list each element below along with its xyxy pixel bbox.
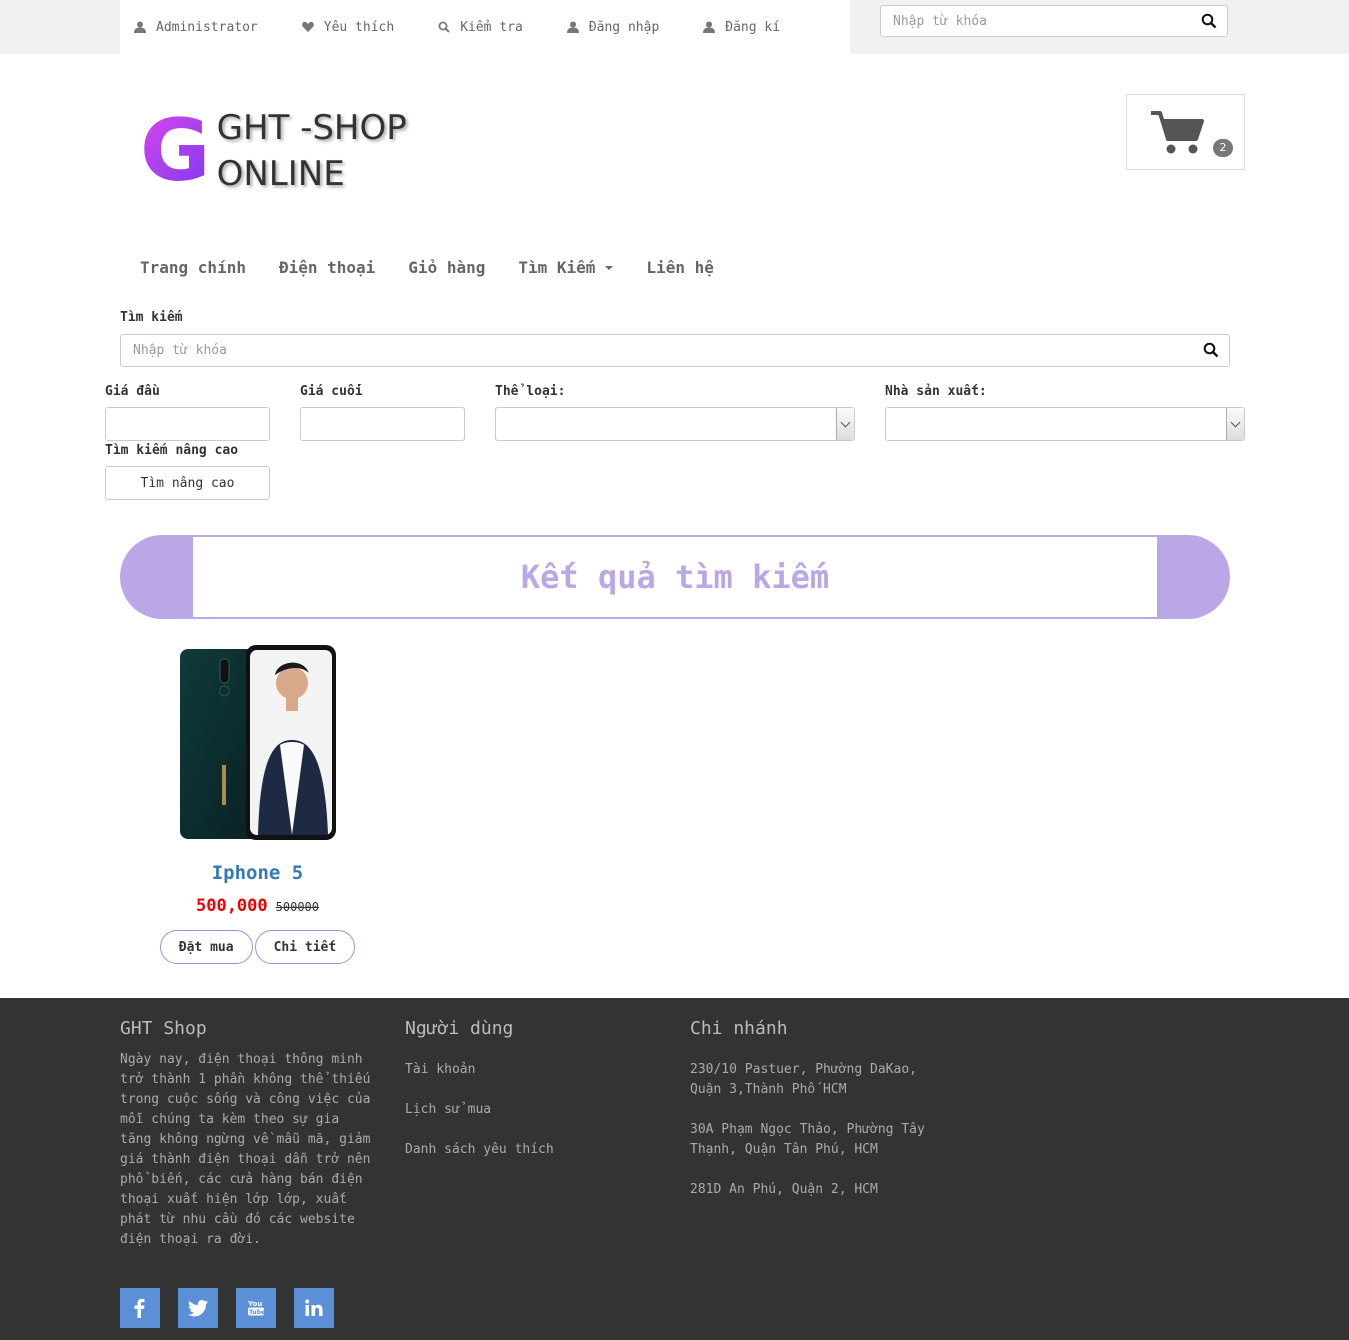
youtube-icon: YouTube [247, 1300, 265, 1316]
admin-link[interactable]: Administrator [134, 20, 258, 35]
svg-text:Tube: Tube [249, 1309, 265, 1316]
user-icon [703, 21, 716, 33]
admin-link-label: Administrator [156, 19, 258, 35]
footer-branches-title: Chi nhánh [690, 1018, 788, 1039]
check-link-label: Kiểm tra [460, 19, 523, 35]
results-title: Kết quả tìm kiếm [193, 537, 1157, 617]
cart-count-badge: 2 [1213, 139, 1233, 157]
product-old-price: 500000 [275, 900, 319, 914]
nav-search-label: Tìm Kiếm [518, 258, 596, 277]
product-card: Iphone 5 500,000 500000 Đặt mua Chi tiết [150, 645, 365, 964]
caret-down-icon [605, 265, 614, 270]
nav-home[interactable]: Trang chính [140, 258, 246, 277]
heart-icon [301, 21, 314, 32]
search-label: Tìm kiếm [120, 310, 183, 325]
register-link[interactable]: Đăng kí [703, 20, 780, 35]
product-price: 500,000 [195, 896, 268, 916]
twitter-icon [188, 1300, 208, 1317]
login-link[interactable]: Đăng nhập [566, 19, 660, 35]
logo-text: GHT -SHOP ONLINE [217, 105, 407, 197]
product-image[interactable] [179, 645, 336, 840]
site-logo[interactable]: G GHT -SHOP ONLINE [140, 105, 407, 197]
logo-letter: G [140, 101, 211, 201]
footer-branch-address: 230/10 Pastuer, Phường DaKao, Quận 3,Thà… [690, 1062, 917, 1097]
nav-cart[interactable]: Giỏ hàng [408, 258, 485, 277]
footer-about-text: Ngày nay, điện thoại thông minh trở thàn… [120, 1052, 371, 1247]
results-banner: Kết quả tìm kiếm [120, 535, 1230, 619]
login-link-label: Đăng nhập [588, 19, 660, 35]
search-icon[interactable] [1201, 13, 1217, 29]
chevron-down-icon [1226, 408, 1244, 440]
favorites-link[interactable]: Yêu thích [301, 19, 395, 35]
user-icon [566, 21, 579, 33]
footer-user-title: Người dùng [405, 1018, 514, 1039]
manufacturer-label: Nhà sản xuất: [885, 384, 987, 399]
favorites-link-label: Yêu thích [323, 19, 395, 35]
chevron-down-icon [836, 408, 854, 440]
category-label: Thể loại: [495, 384, 566, 399]
linkedin-icon [305, 1299, 323, 1316]
manufacturer-select[interactable] [885, 407, 1245, 441]
check-link[interactable]: Kiểm tra [438, 20, 523, 35]
footer-account-link[interactable]: Tài khoản [405, 1062, 475, 1077]
twitter-button[interactable] [178, 1288, 218, 1328]
facebook-icon [134, 1298, 145, 1318]
footer-history-link[interactable]: Lịch sử mua [405, 1102, 491, 1117]
user-icon [134, 21, 146, 33]
top-links: Administrator Yêu thích Kiểm tra Đăng nh… [120, 0, 850, 54]
nav-search-dropdown[interactable]: Tìm Kiếm [518, 258, 614, 277]
main-search-box [120, 334, 1230, 367]
top-search-box [880, 5, 1228, 37]
nav-phones[interactable]: Điện thoại [279, 258, 375, 277]
detail-button[interactable]: Chi tiết [254, 930, 356, 964]
advanced-search-button[interactable]: Tìm nâng cao [105, 466, 270, 500]
main-nav: Trang chính Điện thoại Giỏ hàng Tìm Kiếm… [140, 258, 747, 277]
site-footer: GHT Shop Ngày nay, điện thoại thông minh… [0, 998, 1349, 1340]
product-actions: Đặt mua Chi tiết [150, 930, 365, 964]
category-select[interactable] [495, 407, 855, 441]
search-icon[interactable] [1203, 342, 1219, 358]
price-to-input[interactable] [300, 407, 465, 441]
price-from-label: Giá đầu [105, 384, 160, 399]
product-price-row: 500,000 500000 [150, 896, 365, 916]
product-name-link[interactable]: Iphone 5 [150, 862, 365, 884]
footer-about-title: GHT Shop [120, 1018, 207, 1039]
search-icon [438, 21, 450, 33]
advanced-search-label: Tìm kiếm nâng cao [105, 443, 239, 458]
footer-wishlist-link[interactable]: Danh sách yêu thích [405, 1142, 554, 1157]
footer-branch-address: 281D An Phú, Quận 2, HCM [690, 1182, 878, 1197]
youtube-button[interactable]: You Tube [236, 1288, 276, 1328]
facebook-button[interactable] [120, 1288, 160, 1328]
register-link-label: Đăng kí [725, 19, 781, 35]
linkedin-button[interactable] [294, 1288, 334, 1328]
top-search-input[interactable] [881, 6, 1205, 36]
shopping-cart-icon [1151, 111, 1204, 154]
main-search-input[interactable] [121, 335, 1195, 366]
logo-line-1: GHT -SHOP [216, 108, 407, 148]
logo-line-2: ONLINE [216, 154, 345, 194]
nav-contact[interactable]: Liên hệ [646, 258, 713, 277]
price-from-input[interactable] [105, 407, 270, 441]
buy-button[interactable]: Đặt mua [159, 930, 253, 964]
cart-button[interactable]: 2 [1126, 94, 1245, 170]
top-bar: Administrator Yêu thích Kiểm tra Đăng nh… [0, 0, 1349, 54]
footer-branch-address: 30A Phạm Ngọc Thảo, Phường Tây Thạnh, Qu… [690, 1122, 925, 1157]
svg-text:You: You [247, 1300, 262, 1308]
price-to-label: Giá cuối [300, 384, 363, 399]
